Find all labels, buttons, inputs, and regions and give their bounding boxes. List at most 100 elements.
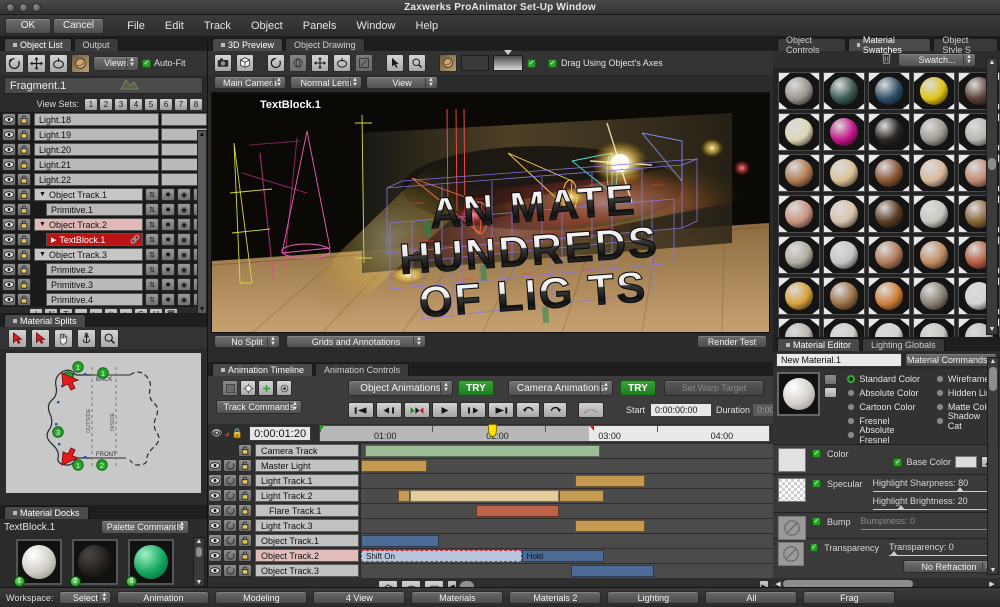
track-visibility-icon[interactable]: [208, 489, 222, 502]
row-render-icon[interactable]: ◉: [177, 248, 191, 261]
move-tool-icon[interactable]: [27, 53, 46, 73]
visibility-toggle-icon[interactable]: [2, 203, 16, 216]
timeline-clip[interactable]: [575, 474, 646, 487]
lens-popup[interactable]: Normal Lens ▲ ▼: [290, 76, 362, 89]
timeline-track-lane[interactable]: [360, 473, 773, 488]
lock-toggle-icon[interactable]: [17, 128, 31, 141]
magnifier-icon[interactable]: [408, 54, 426, 72]
transparency-swatch[interactable]: [778, 542, 804, 566]
material-tool-icon[interactable]: [71, 53, 90, 73]
material-swatch-cell[interactable]: [778, 195, 820, 233]
visibility-toggle-icon[interactable]: [2, 218, 16, 231]
track-camera-icon[interactable]: [276, 380, 292, 396]
work-area-start-marker-icon[interactable]: [320, 425, 326, 431]
menu-object[interactable]: Object: [242, 19, 292, 33]
track-solo-icon[interactable]: [223, 474, 237, 487]
view-set-6[interactable]: 6: [159, 97, 173, 111]
material-dock-swatch-1[interactable]: 1: [14, 539, 62, 587]
row-render-icon[interactable]: ◉: [177, 278, 191, 291]
radio-icon[interactable]: [935, 416, 944, 425]
go-to-start-button[interactable]: [348, 402, 374, 418]
transparency-slider[interactable]: [889, 551, 995, 556]
cube-icon[interactable]: [236, 54, 254, 72]
tab-object-style[interactable]: Object Style S: [933, 35, 998, 55]
timeline-track-name[interactable]: Object Track.1: [255, 534, 359, 547]
track-solo-icon[interactable]: [223, 519, 237, 532]
visibility-toggle-icon[interactable]: [2, 263, 16, 276]
radio-icon[interactable]: [847, 416, 856, 425]
material-swatch-cell[interactable]: [868, 72, 910, 110]
timeline-clip[interactable]: [410, 489, 559, 502]
camera-popup[interactable]: Main Camera ▲ ▼: [214, 76, 286, 89]
material-swatch-cell[interactable]: [823, 277, 865, 315]
timeline-track-lane[interactable]: [360, 518, 773, 533]
track-visibility-icon[interactable]: [208, 534, 222, 547]
timeline-track-lane[interactable]: [360, 533, 773, 548]
track-solo-icon[interactable]: [223, 489, 237, 502]
material-swatch-cell[interactable]: [868, 277, 910, 315]
timeline-track-name[interactable]: Camera Track: [255, 444, 359, 457]
bump-swatch[interactable]: [778, 516, 806, 540]
material-swatch-cell[interactable]: [778, 113, 820, 151]
easing-curve-button[interactable]: [578, 402, 604, 418]
material-preview-plane-icon[interactable]: [824, 387, 838, 398]
material-swatch-cell[interactable]: [823, 236, 865, 274]
link-icon[interactable]: 🔗: [130, 235, 140, 244]
radio-icon[interactable]: [847, 430, 856, 439]
minimize-icon[interactable]: [19, 3, 28, 12]
bg-enable-checkbox[interactable]: ✓: [527, 58, 536, 68]
specular-enable-checkbox[interactable]: ✓: [812, 479, 821, 488]
bump-enable-checkbox[interactable]: ✓: [812, 517, 821, 526]
visibility-toggle-icon[interactable]: [2, 173, 16, 186]
workspace-lighting-button[interactable]: Lighting: [607, 591, 700, 604]
workspace-select-popup[interactable]: Select ▲ ▼: [59, 591, 112, 604]
material-editor-vscroll[interactable]: ▲ ▼: [987, 357, 999, 575]
track-add-keys-icon[interactable]: [222, 380, 238, 396]
material-swatch-cell[interactable]: [868, 113, 910, 151]
timeline-track-row[interactable]: Light Track.2: [208, 488, 773, 503]
step-forward-button[interactable]: [460, 402, 486, 418]
radio-icon[interactable]: [935, 374, 944, 383]
timeline-clip[interactable]: [398, 489, 411, 502]
material-preview-sphere-icon[interactable]: [824, 374, 838, 385]
track-solo-icon[interactable]: [223, 534, 237, 547]
timeline-track-row[interactable]: Flare Track.1: [208, 503, 773, 518]
refraction-popup[interactable]: No Refraction ▲▼: [903, 560, 995, 573]
material-swatch-cell[interactable]: [868, 195, 910, 233]
hand-icon[interactable]: [54, 328, 73, 348]
timeline-light-icon[interactable]: ◕: [224, 429, 229, 439]
lock-toggle-icon[interactable]: [17, 278, 31, 291]
track-visibility-icon[interactable]: [208, 549, 222, 562]
start-time-field[interactable]: 0:00:00:00: [650, 403, 712, 417]
track-lock-icon[interactable]: [238, 459, 252, 472]
row-keyframe-icon[interactable]: ✸: [161, 188, 175, 201]
row-render-icon[interactable]: ◉: [177, 293, 191, 306]
ok-button[interactable]: OK: [5, 17, 51, 34]
view-set-4[interactable]: 4: [129, 97, 143, 111]
material-swatch-cell[interactable]: [913, 113, 955, 151]
scale-tool-icon[interactable]: [49, 53, 68, 73]
visibility-toggle-icon[interactable]: [2, 188, 16, 201]
tab-material-editor[interactable]: Material Editor: [777, 338, 861, 351]
shading-mode-option[interactable]: Absolute Color: [847, 386, 925, 399]
material-swatch-cell[interactable]: [778, 72, 820, 110]
workspace-materials2-button[interactable]: Materials 2: [509, 591, 602, 604]
orbit-icon[interactable]: [289, 54, 307, 72]
radio-icon[interactable]: [935, 402, 944, 411]
disclosure-triangle-icon[interactable]: ▼: [39, 221, 46, 228]
object-list-row[interactable]: Light.21: [0, 157, 207, 172]
workspace-all-button[interactable]: All: [705, 591, 798, 604]
row-popup-icon[interactable]: ⇅: [145, 293, 159, 306]
object-list-row-name[interactable]: Light.22: [34, 173, 159, 186]
row-keyframe-icon[interactable]: ✸: [161, 278, 175, 291]
timeline-track-name[interactable]: Light Track.2: [255, 489, 359, 502]
pan-icon[interactable]: [311, 54, 329, 72]
tab-material-splits[interactable]: Material Splits: [4, 314, 86, 327]
tab-animation-controls[interactable]: Animation Controls: [315, 363, 410, 376]
lock-toggle-icon[interactable]: [17, 143, 31, 156]
row-keyframe-icon[interactable]: ✸: [161, 263, 175, 276]
tab-output[interactable]: Output: [73, 38, 119, 51]
arrow-add-icon[interactable]: [8, 328, 27, 348]
go-to-end-button[interactable]: [488, 402, 514, 418]
material-preview-ball[interactable]: [777, 372, 821, 416]
